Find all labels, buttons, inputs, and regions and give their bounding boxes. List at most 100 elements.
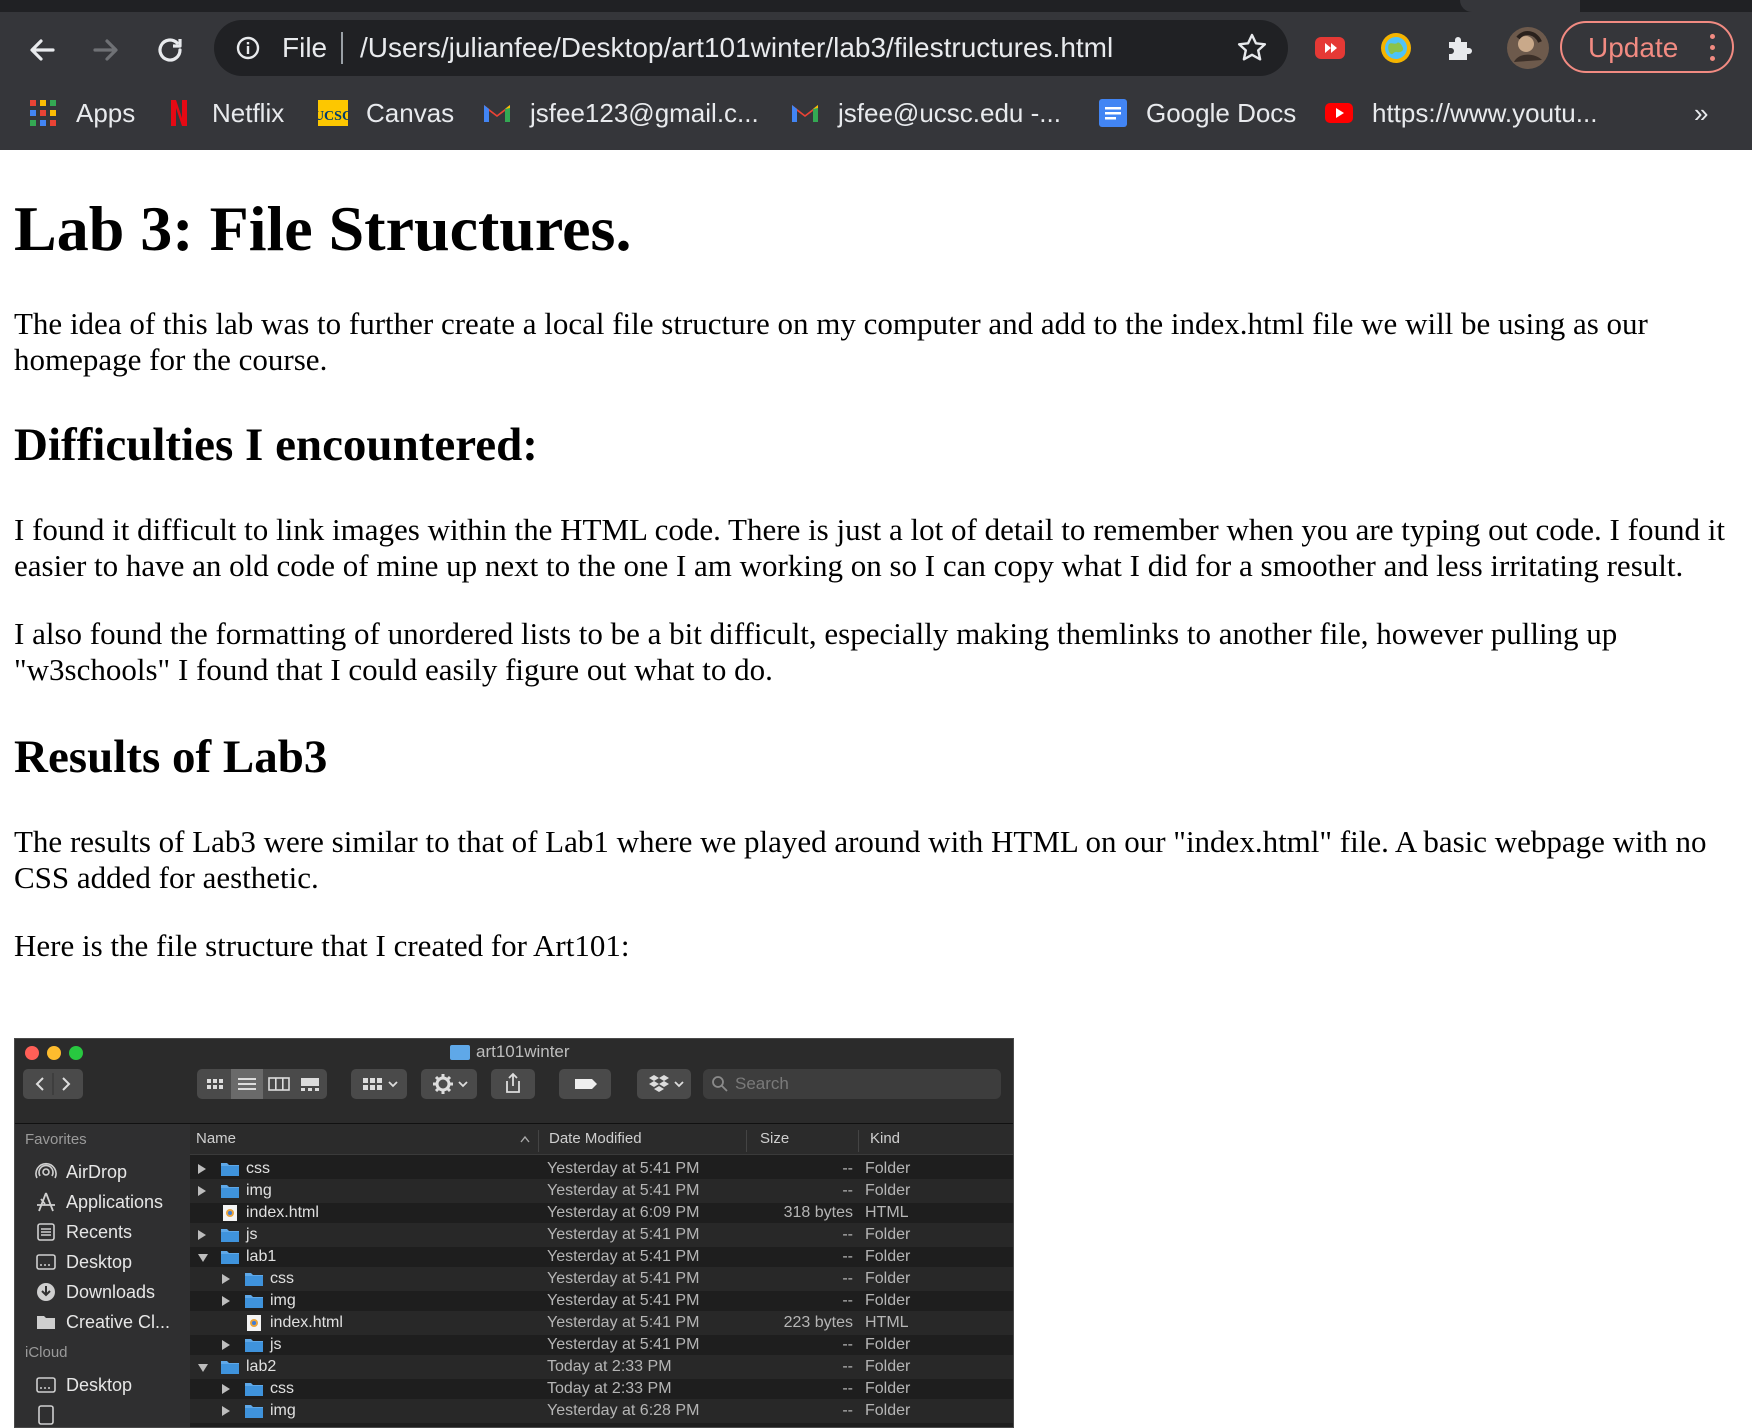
file-name: img: [246, 1182, 272, 1199]
bookmark-star-icon[interactable]: [1236, 32, 1268, 64]
folder-icon: [450, 1044, 470, 1060]
group-button: [351, 1069, 407, 1099]
sidebar-item-label: Downloads: [66, 1281, 156, 1302]
profile-avatar-icon[interactable]: [1506, 26, 1550, 70]
bookmarks-overflow-button[interactable]: »: [1694, 98, 1708, 129]
dropbox-button: [637, 1069, 691, 1099]
page-content: Lab 3: File Structures. The idea of this…: [14, 150, 1738, 964]
documents-icon: [38, 1405, 54, 1425]
tag-button: [559, 1069, 611, 1099]
bookmark-youtube[interactable]: https://www.youtu...: [1324, 96, 1597, 130]
bookmark-gmail-ucsc[interactable]: jsfee@ucsc.edu -...: [790, 96, 1061, 130]
file-size: --: [842, 1402, 853, 1419]
bookmark-label: Canvas: [366, 97, 455, 128]
file-size: --: [842, 1160, 853, 1177]
folder-icon: [245, 1295, 263, 1308]
finder-sidebar: Favorites AirDrop Applications Recents D…: [15, 1124, 190, 1427]
update-button[interactable]: Update: [1560, 21, 1734, 73]
airdrop-icon: [35, 1162, 57, 1179]
globe-extension-icon[interactable]: [1378, 30, 1414, 66]
address-bar[interactable]: File /Users/julianfee/Desktop/art101wint…: [214, 20, 1288, 76]
reload-icon[interactable]: [148, 28, 192, 72]
disclosure-collapsed-icon: [198, 1164, 206, 1174]
bookmark-apps[interactable]: Apps: [28, 96, 135, 130]
sidebar-item-label: Recents: [66, 1221, 133, 1242]
file-date-modified: Yesterday at 5:41 PM: [547, 1226, 700, 1243]
file-kind: Folder: [865, 1380, 911, 1397]
page-title: Lab 3: File Structures.: [14, 193, 632, 264]
file-size: --: [842, 1292, 853, 1309]
sidebar-item-label: Applications: [66, 1191, 164, 1212]
sidebar-item-applications: Applications: [35, 1188, 163, 1216]
column-header-kind: Kind: [870, 1130, 901, 1147]
back-arrow-icon[interactable]: [20, 28, 64, 72]
bookmark-label: jsfee@ucsc.edu -...: [838, 97, 1061, 128]
youtube-icon: [1325, 103, 1353, 123]
action-gear-button: [421, 1069, 477, 1099]
kebab-menu-icon[interactable]: [1710, 34, 1716, 67]
bookmark-label: Apps: [76, 97, 136, 128]
difficulties-paragraph-1: I found it difficult to link images with…: [14, 512, 1725, 583]
folder-icon: [37, 1316, 55, 1329]
downloads-icon: [37, 1283, 55, 1301]
column-header-date: Date Modified: [549, 1130, 642, 1147]
disclosure-collapsed-icon: [222, 1340, 230, 1350]
bookmark-netflix[interactable]: Netflix: [164, 96, 284, 130]
extensions-puzzle-icon[interactable]: [1442, 30, 1478, 66]
zoom-window-icon: [69, 1046, 83, 1060]
folder-row: img Yesterday at 5:41 PM -- Folder: [190, 1289, 1013, 1313]
file-size: --: [842, 1380, 853, 1397]
file-date-modified: Yesterday at 6:28 PM: [547, 1402, 700, 1419]
netflix-icon: [171, 100, 187, 126]
svg-text:UCSC: UCSC: [318, 109, 348, 124]
bookmark-canvas[interactable]: UCSC Canvas: [318, 96, 454, 130]
file-kind: Folder: [865, 1336, 911, 1353]
ucsc-canvas-icon: UCSC: [318, 100, 348, 126]
file-name: index.html: [270, 1314, 343, 1331]
file-kind: Folder: [865, 1248, 911, 1265]
file-size: --: [842, 1336, 853, 1353]
forward-arrow-icon[interactable]: [84, 28, 128, 72]
html-file-icon: [223, 1205, 237, 1221]
finder-file-list: Name Date Modified Size Kind css Yesterda…: [190, 1124, 1013, 1427]
file-kind: Folder: [865, 1226, 911, 1243]
file-date-modified: Yesterday at 5:41 PM: [547, 1182, 700, 1199]
disclosure-collapsed-icon: [198, 1186, 206, 1196]
html-file-icon: [247, 1315, 261, 1331]
file-date-modified: Yesterday at 6:09 PM: [547, 1204, 700, 1221]
desktop-icon: [36, 1377, 56, 1393]
folder-row: lab2 Today at 2:33 PM -- Folder: [190, 1355, 1013, 1379]
folder-icon: [245, 1383, 263, 1396]
file-name: css: [270, 1270, 294, 1287]
recents-icon: [37, 1223, 55, 1241]
bookmarks-bar: Apps Netflix UCSC Canvas jsfee123@gmail.…: [0, 90, 1752, 134]
disclosure-collapsed-icon: [198, 1230, 206, 1240]
sort-ascending-icon: [520, 1135, 530, 1143]
disclosure-collapsed-icon: [222, 1384, 230, 1394]
finder-titlebar: art101winter Search: [15, 1039, 1013, 1124]
file-size: --: [842, 1248, 853, 1265]
file-kind: Folder: [865, 1160, 911, 1177]
folder-row: js Yesterday at 5:41 PM -- Folder: [190, 1333, 1013, 1357]
minimize-window-icon: [47, 1046, 61, 1060]
url-text[interactable]: /Users/julianfee/Desktop/art101winter/la…: [360, 32, 1113, 64]
folder-row: img Yesterday at 6:28 PM -- Folder: [190, 1399, 1013, 1423]
sidebar-item-icloud-desktop: Desktop: [35, 1371, 132, 1399]
bookmark-google-docs[interactable]: Google Docs: [1098, 96, 1296, 130]
search-placeholder: Search: [735, 1074, 789, 1093]
bookmark-gmail-personal[interactable]: jsfee123@gmail.c...: [482, 96, 759, 130]
icloud-section-label: iCloud: [25, 1344, 68, 1361]
column-header-size: Size: [760, 1130, 790, 1147]
file-size: --: [842, 1270, 853, 1287]
info-icon[interactable]: [236, 36, 260, 60]
file-date-modified: Yesterday at 5:41 PM: [547, 1314, 700, 1331]
sidebar-item-desktop: Desktop: [35, 1248, 132, 1276]
search-icon: [712, 1076, 728, 1092]
file-row: index.html Yesterday at 5:41 PM 223 bytes H…: [190, 1311, 1013, 1335]
file-list-header: Name Date Modified Size Kind: [190, 1124, 1013, 1155]
bookmark-label: Google Docs: [1146, 97, 1297, 128]
youtube-extension-icon[interactable]: [1312, 30, 1348, 66]
file-size: --: [842, 1226, 853, 1243]
file-kind: Folder: [865, 1270, 911, 1287]
applications-icon: [37, 1192, 55, 1212]
